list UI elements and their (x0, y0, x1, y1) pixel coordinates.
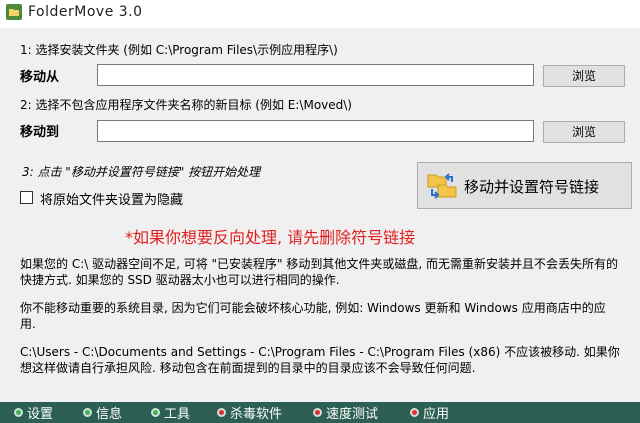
tab-apps[interactable]: 应用 (410, 402, 449, 423)
bottom-tab-bar: 设置 信息 工具 杀毒软件 速度测试 应用 (0, 402, 640, 423)
hide-original-label[interactable]: 将原始文件夹设置为隐藏 (40, 189, 183, 208)
info-paragraph-1: 如果您的 C:\ 驱动器空间不足, 可将 "已安装程序" 移动到其他文件夹或磁盘… (20, 257, 619, 287)
hide-original-checkbox[interactable] (20, 191, 33, 204)
status-dot-icon (14, 408, 23, 417)
status-dot-icon (410, 408, 419, 417)
title-bar: FolderMove 3.0 (0, 0, 640, 28)
reverse-warning: *如果你想要反向处理, 请先删除符号链接 (125, 228, 416, 247)
tab-info[interactable]: 信息 (83, 402, 122, 423)
move-from-label: 移动从 (20, 70, 60, 85)
step1-instruction: 1: 选择安装文件夹 (例如 C:\Program Files\示例应用程序\) (20, 43, 338, 57)
step2-instruction: 2: 选择不包含应用程序文件夹名称的新目标 (例如 E:\Moved\) (20, 98, 352, 112)
app-logo-icon (6, 4, 22, 20)
info-paragraph-2: 你不能移动重要的系统目录, 因为它们可能会破坏核心功能, 例如: Windows… (20, 301, 606, 331)
step3-instruction: 3: 点击 "移动并设置符号链接" 按钮开始处理 (22, 165, 261, 179)
folder-move-icon (427, 173, 457, 199)
status-dot-icon (313, 408, 322, 417)
tab-speed-test[interactable]: 速度测试 (313, 402, 378, 423)
browse-to-button[interactable]: 浏览 (543, 121, 625, 143)
move-and-link-button[interactable]: 移动并设置符号链接 (417, 162, 632, 209)
move-from-input[interactable] (97, 64, 534, 86)
tab-settings[interactable]: 设置 (14, 402, 53, 423)
status-dot-icon (217, 408, 226, 417)
main-panel: 1: 选择安装文件夹 (例如 C:\Program Files\示例应用程序\)… (0, 28, 640, 402)
window-title: FolderMove 3.0 (28, 4, 143, 20)
status-dot-icon (83, 408, 92, 417)
info-paragraph-3: C:\Users - C:\Documents and Settings - C… (20, 345, 620, 375)
status-dot-icon (151, 408, 160, 417)
move-and-link-label: 移动并设置符号链接 (464, 178, 600, 196)
move-to-label: 移动到 (20, 125, 60, 140)
tab-tools[interactable]: 工具 (151, 402, 190, 423)
move-to-input[interactable] (97, 120, 534, 142)
tab-antivirus[interactable]: 杀毒软件 (217, 402, 282, 423)
browse-from-button[interactable]: 浏览 (543, 65, 625, 87)
